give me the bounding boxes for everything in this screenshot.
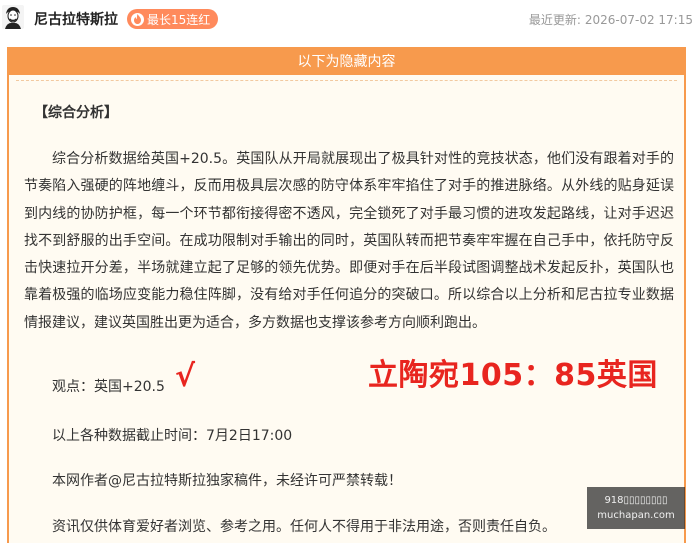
update-time: 2026-07-02 17:15 [584, 13, 693, 27]
final-score: 立陶宛105：85英国 [368, 358, 658, 393]
copyright-notice: 本网作者@尼古拉特斯拉独家稿件，未经许可严禁转载！ [52, 473, 402, 489]
prediction-view: 观点：英国+20.5 [52, 379, 165, 395]
streak-badge: 最长15连红 [127, 9, 219, 29]
section-title: 【综合分析】 [34, 105, 118, 121]
watermark-line-1: 918▯▯▯▯▯▯▯▯ [604, 495, 668, 506]
hidden-content-banner: 以下为隐藏内容 [7, 47, 686, 75]
article-header: 尼古拉特斯拉 最长15连红 最近更新: 2026-07-02 17:15 [0, 0, 697, 38]
analysis-paragraph: 综合分析数据给英国+20.5。英国队从开局就展现出了极具针对性的竞技状态，他们没… [24, 151, 674, 331]
check-mark-icon: √ [175, 359, 196, 394]
disclaimer: 资讯仅供体育爱好者浏览、参考之用。任何人不得用于非法用途，否则责任自负。 [52, 519, 556, 535]
site-watermark: 918▯▯▯▯▯▯▯▯ muchapan.com [587, 487, 685, 529]
data-cutoff-time: 以上各种数据截止时间：7月2日17:00 [52, 428, 293, 444]
update-label: 最近更新: [528, 13, 581, 27]
watermark-line-2: muchapan.com [597, 510, 675, 521]
avatar[interactable] [2, 5, 24, 29]
flame-icon [131, 12, 144, 26]
last-updated: 最近更新: 2026-07-02 17:15 [529, 11, 693, 28]
author-name[interactable]: 尼古拉特斯拉 [34, 9, 118, 29]
divider [16, 80, 677, 81]
streak-label: 最长15连红 [147, 12, 211, 27]
